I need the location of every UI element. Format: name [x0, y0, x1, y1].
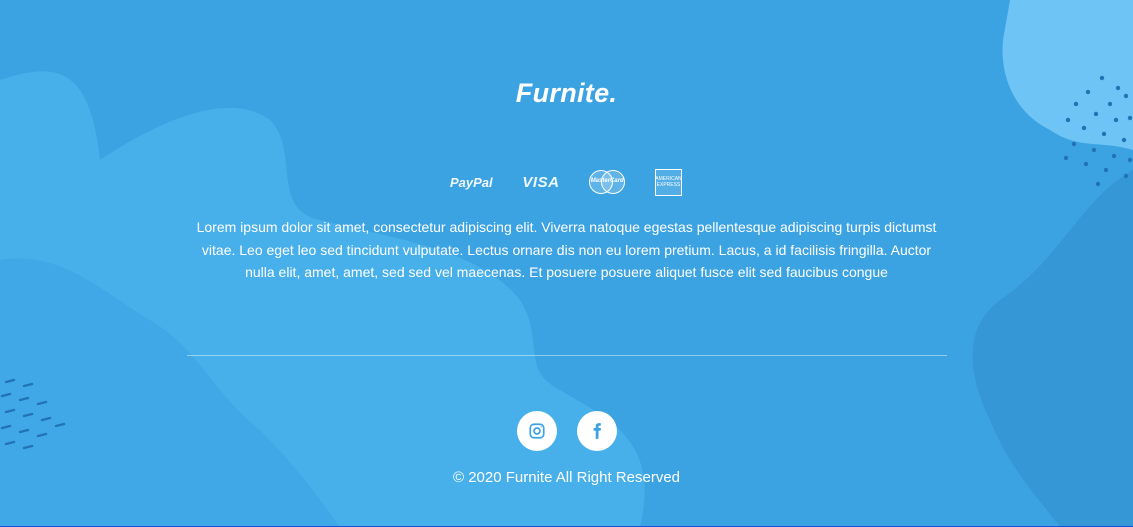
right-blob-light — [1002, 0, 1133, 150]
copyright-text: © 2020 Furnite All Right Reserved — [453, 469, 680, 486]
footer-description: Lorem ipsum dolor sit amet, consectetur … — [196, 219, 937, 280]
instagram-icon — [529, 423, 545, 439]
payment-methods: PayPal VISA MasterCard AMERICAN EXPRESS — [450, 167, 682, 197]
footer-logo[interactable]: Furnite. — [0, 78, 1133, 109]
mastercard-logo: MasterCard — [589, 170, 626, 194]
amex-logo: AMERICAN EXPRESS — [654, 168, 682, 196]
paypal-logo: PayPal — [450, 174, 493, 190]
visa-logo: VISA — [522, 173, 560, 191]
footer-divider — [187, 355, 947, 356]
facebook-button[interactable] — [577, 411, 617, 451]
social-links — [517, 411, 617, 451]
mastercard-label: MasterCard — [590, 178, 624, 184]
instagram-button[interactable] — [517, 411, 557, 451]
facebook-icon — [593, 423, 601, 439]
amex-line-2: EXPRESS — [656, 182, 681, 188]
